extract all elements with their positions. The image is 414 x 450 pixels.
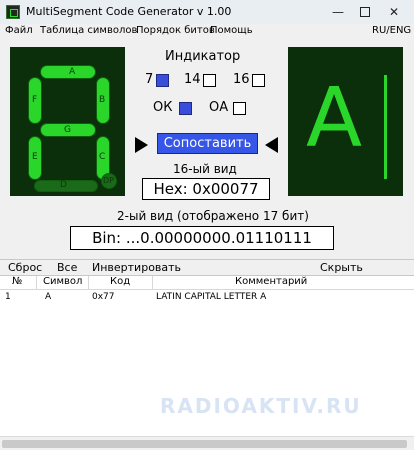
cell-number: 1 [5,292,11,302]
segment-b-label: B [99,95,106,105]
cell-code: 0x77 [92,292,115,302]
symbols-table: № Символ Код Комментарий 1 A 0x77 LATIN … [0,275,414,450]
segment-d-label: D [60,180,67,190]
table-toolbar: Сброс Все Инвертировать Скрыть таблицу [0,259,414,287]
all-button[interactable]: Все [57,261,77,274]
segment-a-label: A [69,67,76,77]
cursor-bar [384,75,387,179]
minimize-button[interactable]: — [327,2,349,22]
menu-bit-order[interactable]: Порядок битов [136,25,215,36]
segment-dp-label: DP [103,176,114,185]
segment-c-label: C [99,152,106,162]
arrow-right-icon [265,137,278,153]
segment-editor: A F B G E C D DP [10,47,125,196]
bin-caption: 2-ый вид (отображено 17 бит) [117,209,309,223]
column-divider[interactable] [36,276,37,290]
match-button[interactable]: Сопоставить [157,133,258,154]
column-header-symbol[interactable]: Символ [43,276,82,287]
reset-button[interactable]: Сброс [8,261,42,274]
title-bar: MultiSegment Code Generator v 1.00 — ✕ [0,0,414,24]
horizontal-scrollbar[interactable] [0,436,414,450]
character-glyph: A [305,71,363,166]
size-14-checkbox[interactable] [203,74,216,87]
menu-language[interactable]: RU/ENG [372,25,411,36]
common-anode-checkbox[interactable] [233,102,246,115]
scrollbar-thumb[interactable] [2,440,407,448]
watermark: RADIOAKTIV.RU [160,394,362,418]
hex-caption: 16-ый вид [173,162,237,176]
size-7-label: 7 [145,72,154,87]
segment-e-label: E [32,152,38,162]
bin-value: Bin: ...0.00000000.01110111 [70,226,334,250]
segment-f-label: F [32,95,38,105]
table-header: № Символ Код Комментарий [0,276,414,290]
close-button[interactable]: ✕ [383,2,405,22]
menu-file[interactable]: Файл [5,25,33,36]
cell-symbol: A [45,292,52,302]
segment-g-label: G [64,125,71,135]
size-16-checkbox[interactable] [252,74,265,87]
size-7-checkbox[interactable] [156,74,169,87]
common-anode-label: ОА [209,100,229,115]
cell-comment: LATIN CAPITAL LETTER A [156,292,267,302]
common-cathode-checkbox[interactable] [179,102,192,115]
size-14-label: 14 [184,72,201,87]
menu-symbols-table[interactable]: Таблица символов [40,25,137,36]
table-row[interactable]: 1 A 0x77 LATIN CAPITAL LETTER A [0,292,414,304]
menu-bar: Файл Таблица символов Порядок битов Помо… [0,24,414,40]
character-preview: A [288,47,403,196]
window-title: MultiSegment Code Generator v 1.00 [26,5,232,18]
column-header-comment[interactable]: Комментарий [235,276,307,287]
maximize-button[interactable] [354,2,376,22]
column-header-code[interactable]: Код [110,276,130,287]
indicator-title: Индикатор [165,49,241,64]
app-icon [6,5,20,19]
main-panel: A F B G E C D DP Индикатор 7 14 16 ОК ОА… [0,40,414,258]
segment-a[interactable] [40,65,96,79]
column-divider[interactable] [152,276,153,290]
size-16-label: 16 [233,72,250,87]
invert-button[interactable]: Инвертировать [92,261,181,274]
maximize-icon [360,7,370,17]
common-cathode-label: ОК [153,100,173,115]
menu-help[interactable]: Помощь [210,25,253,36]
column-header-number[interactable]: № [12,276,22,287]
arrow-left-icon [135,137,148,153]
column-divider[interactable] [88,276,89,290]
hex-value: Hex: 0x00077 [142,178,270,200]
